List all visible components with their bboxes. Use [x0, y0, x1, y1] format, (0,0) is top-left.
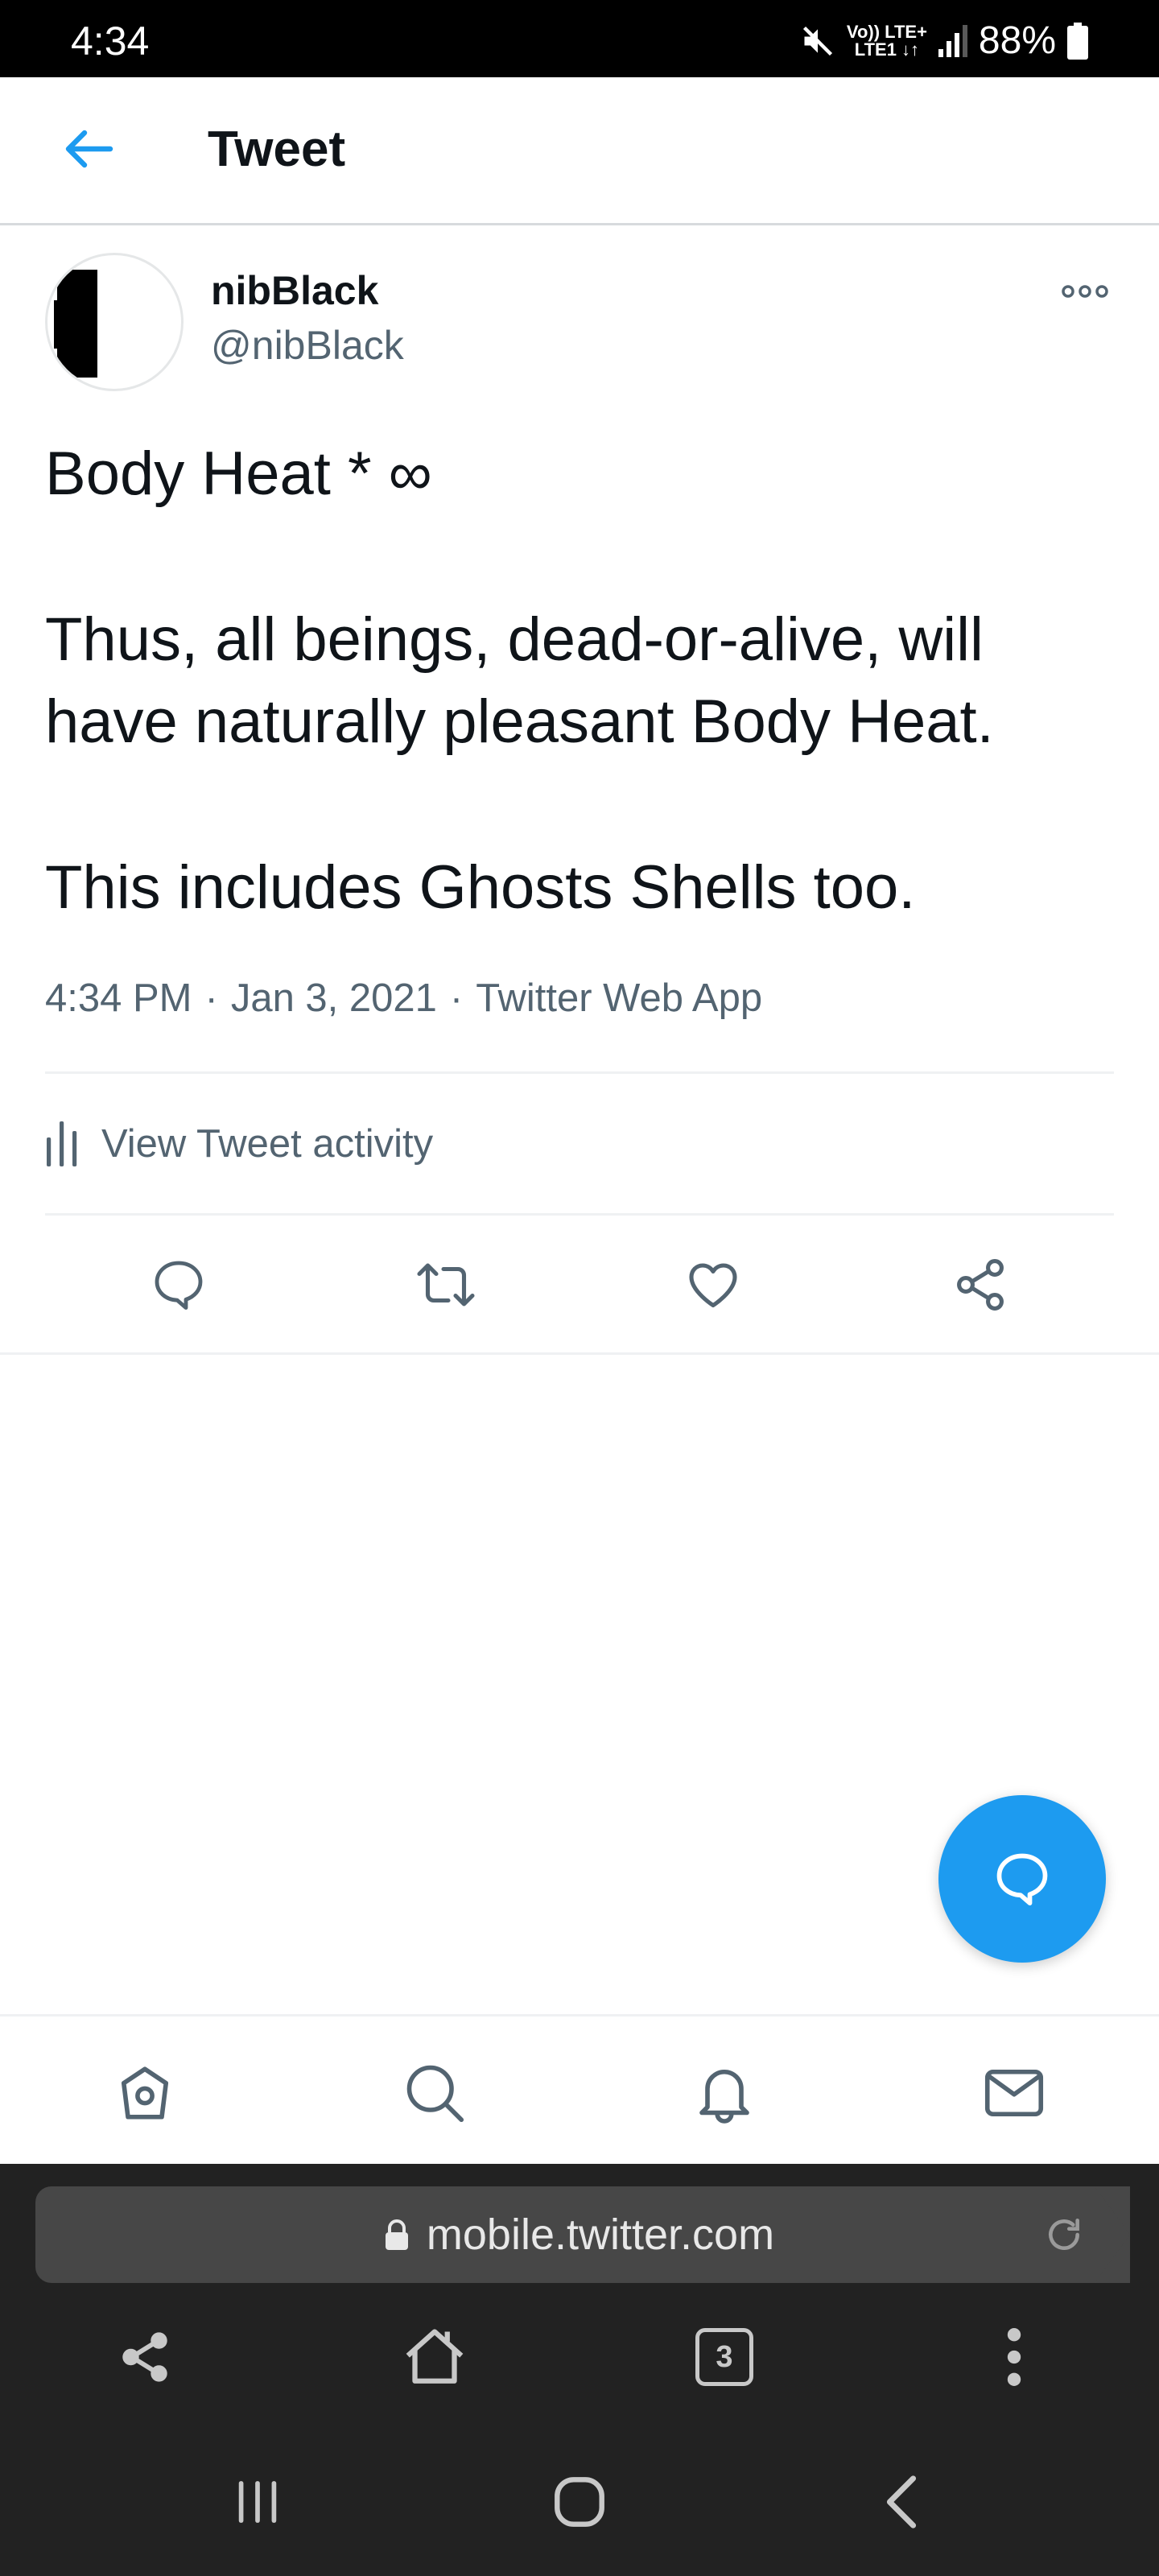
status-time: 4:34 — [71, 19, 150, 64]
tweet-meta: 4:34 PM · Jan 3, 2021 · Twitter Web App — [45, 974, 762, 1022]
reload-button[interactable] — [1038, 2209, 1090, 2260]
browser-tabs-button[interactable]: 3 — [686, 2318, 763, 2396]
reload-icon — [1049, 2219, 1079, 2250]
system-home-button[interactable] — [541, 2463, 618, 2541]
tweet-text-line: Thus, all beings, dead-or-alive, will — [45, 605, 984, 674]
meta-separator: · — [204, 976, 218, 1020]
home-icon — [555, 2477, 604, 2527]
arrow-left-icon — [65, 130, 113, 168]
share-icon — [957, 1259, 1004, 1311]
browser-menu-button[interactable] — [975, 2318, 1053, 2396]
page-title: Tweet — [208, 122, 346, 177]
nav-home-button[interactable] — [106, 2054, 184, 2132]
back-button[interactable] — [56, 121, 121, 177]
messages-icon — [984, 2069, 1044, 2117]
system-back-button[interactable] — [863, 2463, 940, 2541]
tweet-date[interactable]: Jan 3, 2021 — [231, 974, 437, 1022]
divider — [0, 1352, 1159, 1355]
tweet-time[interactable]: 4:34 PM — [45, 974, 192, 1022]
battery-icon — [1067, 23, 1088, 60]
mute-icon — [800, 23, 835, 59]
divider — [45, 1213, 1114, 1216]
nav-messages-button[interactable] — [975, 2054, 1053, 2132]
lte-label: LTE1 ↓↑ — [854, 39, 920, 60]
tweet-source[interactable]: Twitter Web App — [476, 974, 762, 1022]
analytics-icon — [47, 1121, 77, 1166]
menu-icon — [1007, 2328, 1021, 2386]
tab-count-badge: 3 — [695, 2328, 753, 2386]
like-icon — [689, 1263, 737, 1308]
meta-separator: · — [449, 976, 464, 1020]
status-icons: Vo)) LTE+ LTE1 ↓↑ 88% — [800, 21, 1088, 61]
recent-apps-icon — [238, 2481, 277, 2523]
tweet-text-line: This includes Ghosts Shells too. — [45, 853, 916, 922]
home-icon — [121, 2066, 169, 2120]
compose-reply-icon — [996, 1853, 1048, 1905]
share-icon — [122, 2332, 167, 2382]
reply-icon — [155, 1261, 203, 1310]
author-handle[interactable]: @nibBlack — [211, 322, 404, 369]
tweet-text-line: Body Heat * ∞ — [45, 440, 432, 508]
back-icon — [886, 2475, 917, 2529]
retweet-button[interactable] — [407, 1246, 485, 1323]
retweet-icon — [417, 1263, 475, 1307]
reply-button[interactable] — [140, 1246, 217, 1323]
compose-reply-button[interactable] — [938, 1795, 1106, 1963]
nav-search-button[interactable] — [396, 2054, 473, 2132]
network-type-label: Vo)) LTE+ LTE1 ↓↑ — [847, 23, 927, 59]
lock-icon — [385, 2219, 408, 2250]
page-header — [0, 77, 1159, 225]
author-name[interactable]: nibBlack — [211, 267, 378, 314]
browser-share-button[interactable] — [106, 2318, 184, 2396]
recent-apps-button[interactable] — [219, 2463, 296, 2541]
battery-percent: 88% — [978, 19, 1056, 62]
like-button[interactable] — [674, 1246, 752, 1323]
signal-icon — [938, 25, 967, 57]
avatar[interactable] — [45, 253, 184, 391]
url-display: mobile.twitter.com — [0, 2207, 1159, 2262]
tweet-text-line: have naturally pleasant Body Heat. — [45, 687, 994, 756]
view-tweet-activity-label: View Tweet activity — [101, 1122, 434, 1166]
search-icon — [406, 2065, 464, 2123]
url-text: mobile.twitter.com — [426, 2211, 775, 2259]
view-tweet-activity-button[interactable]: View Tweet activity — [45, 1116, 433, 1172]
more-dots-icon — [1062, 285, 1108, 298]
home-icon — [406, 2329, 464, 2384]
notifications-icon — [699, 2069, 749, 2124]
divider — [45, 1071, 1114, 1074]
share-button[interactable] — [942, 1246, 1019, 1323]
more-options-button[interactable] — [1059, 274, 1111, 309]
browser-home-button[interactable] — [396, 2318, 473, 2396]
nav-notifications-button[interactable] — [686, 2054, 763, 2132]
